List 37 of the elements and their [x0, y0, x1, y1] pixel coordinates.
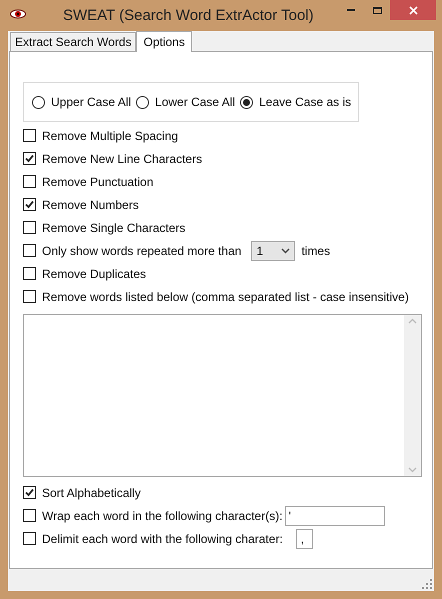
checkbox[interactable]: [23, 175, 36, 188]
checkbox[interactable]: [23, 486, 36, 499]
checkbox[interactable]: [23, 244, 36, 257]
option-label: Sort Alphabetically: [42, 484, 141, 502]
tab[interactable]: Extract Search Words: [10, 32, 136, 51]
tab[interactable]: Options: [136, 31, 192, 52]
option-label: Wrap each word in the following character(s):: [42, 508, 283, 524]
option-label: Remove Numbers: [42, 196, 139, 214]
resize-grip-icon[interactable]: [422, 579, 432, 589]
delimiter-field[interactable]: ,: [296, 528, 313, 548]
option-label: Remove New Line Characters: [42, 150, 202, 168]
checkbox[interactable]: [23, 152, 36, 165]
option-label: Remove Punctuation: [42, 174, 154, 190]
option-label: Remove Single Characters: [42, 220, 186, 236]
checkbox[interactable]: [23, 198, 36, 211]
checkbox[interactable]: [23, 221, 36, 234]
option-label: Remove words listed below (comma separated list - case insensitive): [42, 288, 409, 306]
eye-icon: [10, 9, 26, 19]
option-label: Delimit each word with the following charater:: [42, 530, 283, 548]
case-radio[interactable]: Leave Case as is: [240, 93, 352, 111]
checkbox[interactable]: [23, 290, 36, 303]
close-icon: [408, 6, 418, 14]
times-label: times: [301, 242, 330, 260]
case-radio[interactable]: Lower Case All: [136, 93, 236, 111]
checkbox[interactable]: [23, 509, 36, 522]
option-label: Remove Duplicates: [42, 266, 146, 282]
option-label: Only show words repeated more than: [42, 242, 242, 260]
option-label: Remove Multiple Spacing: [42, 128, 178, 144]
window-title: SWEAT (Search Word ExtrActor Tool): [63, 6, 314, 26]
case-radio[interactable]: Upper Case All: [32, 93, 132, 111]
checkbox[interactable]: [23, 532, 36, 545]
checkbox[interactable]: [23, 129, 36, 142]
wrap-characters-field[interactable]: ': [284, 506, 385, 526]
count-dropdown[interactable]: 1: [251, 240, 296, 260]
chevron-down-icon: [281, 248, 290, 254]
checkbox[interactable]: [23, 267, 36, 280]
close-button[interactable]: [390, 0, 436, 20]
